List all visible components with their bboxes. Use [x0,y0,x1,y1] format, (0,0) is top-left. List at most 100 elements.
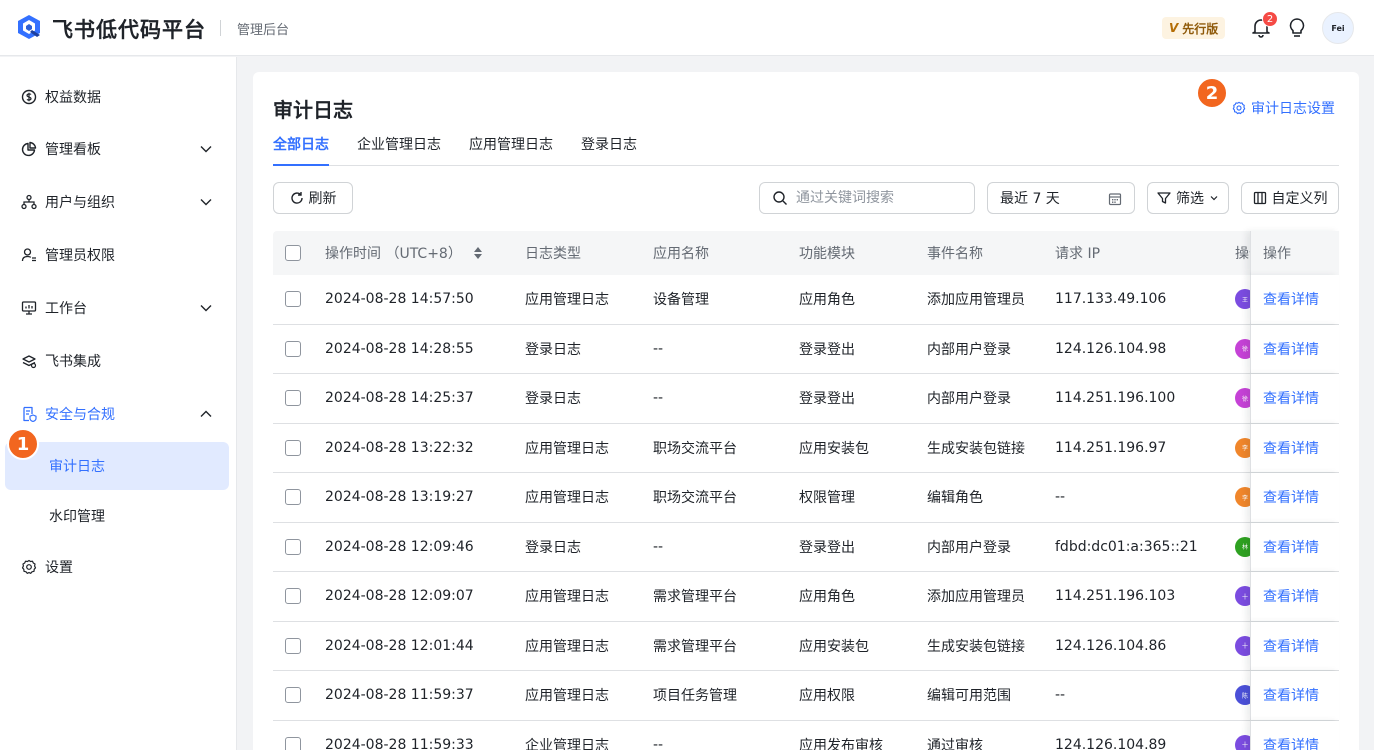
table-header: 操作时间 （UTC+8） 日志类型 应用名称 功能模块 事件名称 请求 IP 操… [273,231,1339,275]
sidebar-item-label: 管理看板 [45,142,101,158]
select-all-checkbox[interactable] [285,245,301,261]
cell-ip: fdbd:dc01:a:365::21 [1055,538,1198,555]
step-marker-2: 2 [1196,77,1228,109]
sidebar-item-users-org[interactable]: 用户与组织 [5,178,229,226]
view-details-link[interactable]: 查看详情 [1263,586,1319,606]
edition-badge[interactable]: V 先行版 [1162,17,1226,39]
table-row: 2024-08-28 12:09:07 应用管理日志 需求管理平台 应用角色 添加应用管… [273,572,1339,622]
table-row: 2024-08-28 11:59:37 应用管理日志 项目任务管理 应用权限 编辑可用范… [273,671,1339,721]
admin-user-icon [21,248,36,262]
cell-event: 添加应用管理员 [927,292,1025,309]
sidebar-item-workbench[interactable]: 工作台 [5,284,229,332]
sidebar-item-label: 飞书集成 [45,354,101,370]
cell-app: 需求管理平台 [653,589,737,606]
row-checkbox[interactable] [285,340,301,357]
monitor-icon [21,301,37,315]
sidebar-item-watermark[interactable]: 水印管理 [5,492,229,540]
view-details-link[interactable]: 查看详情 [1263,289,1319,309]
row-checkbox[interactable] [285,390,301,406]
gear-icon [1232,101,1246,115]
sidebar-item-label: 权益数据 [45,90,101,106]
table-row: 2024-08-28 13:22:32 应用管理日志 职场交流平台 应用安装包 生成安装… [273,423,1339,473]
sidebar-item-label: 审计日志 [49,459,105,475]
row-checkbox[interactable] [285,439,301,456]
search-input[interactable] [796,190,966,206]
cell-action: 查看详情 [1250,720,1339,750]
view-details-link[interactable]: 查看详情 [1263,735,1319,750]
cell-app: 设备管理 [653,292,709,309]
sidebar-item-feishu-integration[interactable]: 飞书集成 [5,337,229,385]
cell-time: 2024-08-28 14:57:50 [325,291,474,308]
cell-type: 应用管理日志 [525,292,609,309]
cell-type: 应用管理日志 [525,490,609,507]
view-details-link[interactable]: 查看详情 [1263,438,1319,458]
row-checkbox[interactable] [285,637,301,654]
date-range-picker[interactable]: 最近 7 天 [987,182,1135,214]
gear-icon [21,559,37,574]
cell-action: 查看详情 [1250,671,1339,720]
cell-event: 生成安装包链接 [927,638,1025,655]
row-checkbox[interactable] [285,291,301,307]
table-row: 2024-08-28 12:01:44 应用管理日志 需求管理平台 应用安装包 生成安装… [273,621,1339,671]
sidebar-item-settings[interactable]: 设置 [5,543,229,591]
lightbulb-icon[interactable] [1287,17,1307,39]
chevron-up-icon [200,410,212,417]
cell-time: 2024-08-28 14:25:37 [325,390,474,407]
cell-module: 登录登出 [799,539,855,556]
tab-app-logs[interactable]: 应用管理日志 [469,134,553,166]
audit-log-settings-link[interactable]: 审计日志设置 [1232,98,1335,118]
cell-module: 权限管理 [799,490,855,507]
tab-login-logs[interactable]: 登录日志 [581,134,637,166]
platform-logo-icon[interactable] [16,14,42,40]
audit-log-card: 审计日志 审计日志设置 2 全部日志 企业管理日志 应用管理日志 登录日志 刷新… [253,72,1359,750]
sidebar-item-benefit-data[interactable]: 权益数据 [5,73,229,121]
pie-chart-icon [21,141,37,157]
chevron-down-icon [200,146,212,153]
chevron-down-icon [1210,196,1218,201]
step-marker-1: 1 [7,428,39,460]
row-checkbox[interactable] [285,687,301,703]
cell-event: 添加应用管理员 [927,589,1025,606]
cell-ip: 124.126.104.86 [1055,637,1167,654]
row-checkbox[interactable] [285,538,301,555]
sidebar-item-label: 设置 [45,560,73,576]
custom-columns-button[interactable]: 自定义列 [1241,182,1339,214]
tab-all-logs[interactable]: 全部日志 [273,134,329,166]
cell-type: 登录日志 [525,341,581,358]
column-header-module: 功能模块 [799,246,855,262]
view-details-link[interactable]: 查看详情 [1263,685,1319,705]
sidebar-item-admin-permissions[interactable]: 管理员权限 [5,231,229,279]
log-tabs: 全部日志 企业管理日志 应用管理日志 登录日志 [273,130,1339,166]
cell-type: 应用管理日志 [525,638,609,655]
cell-time: 2024-08-28 13:22:32 [325,439,474,456]
view-details-link[interactable]: 查看详情 [1263,388,1319,408]
cell-app: -- [653,538,664,555]
cell-time: 2024-08-28 12:09:07 [325,588,474,605]
cell-module: 应用角色 [799,292,855,309]
custom-columns-label: 自定义列 [1271,191,1328,207]
cell-module: 应用权限 [799,688,855,705]
row-checkbox[interactable] [285,736,301,750]
cell-app: 项目任务管理 [653,688,737,705]
view-details-link[interactable]: 查看详情 [1263,636,1319,656]
cell-time: 2024-08-28 12:09:46 [325,538,474,555]
search-box[interactable] [759,182,975,214]
view-details-link[interactable]: 查看详情 [1263,339,1319,359]
sidebar-item-dashboard[interactable]: 管理看板 [5,125,229,173]
tab-enterprise-logs[interactable]: 企业管理日志 [357,134,441,166]
view-details-link[interactable]: 查看详情 [1263,487,1319,507]
cell-action: 查看详情 [1250,275,1339,324]
sort-icon[interactable] [473,247,482,259]
filter-button[interactable]: 筛选 [1147,182,1229,214]
sidebar-item-audit-log[interactable]: 审计日志 [5,442,229,490]
row-checkbox[interactable] [285,588,301,604]
chevron-down-icon [200,199,212,206]
sidebar-item-security-compliance[interactable]: 安全与合规 [5,390,229,438]
cell-action: 查看详情 [1250,473,1339,522]
refresh-button[interactable]: 刷新 [273,182,353,214]
user-avatar[interactable]: Fei [1322,12,1354,44]
row-checkbox[interactable] [285,489,301,505]
sidebar-item-label: 安全与合规 [45,407,115,423]
view-details-link[interactable]: 查看详情 [1263,537,1319,557]
column-header-time[interactable]: 操作时间 （UTC+8） [325,231,515,275]
